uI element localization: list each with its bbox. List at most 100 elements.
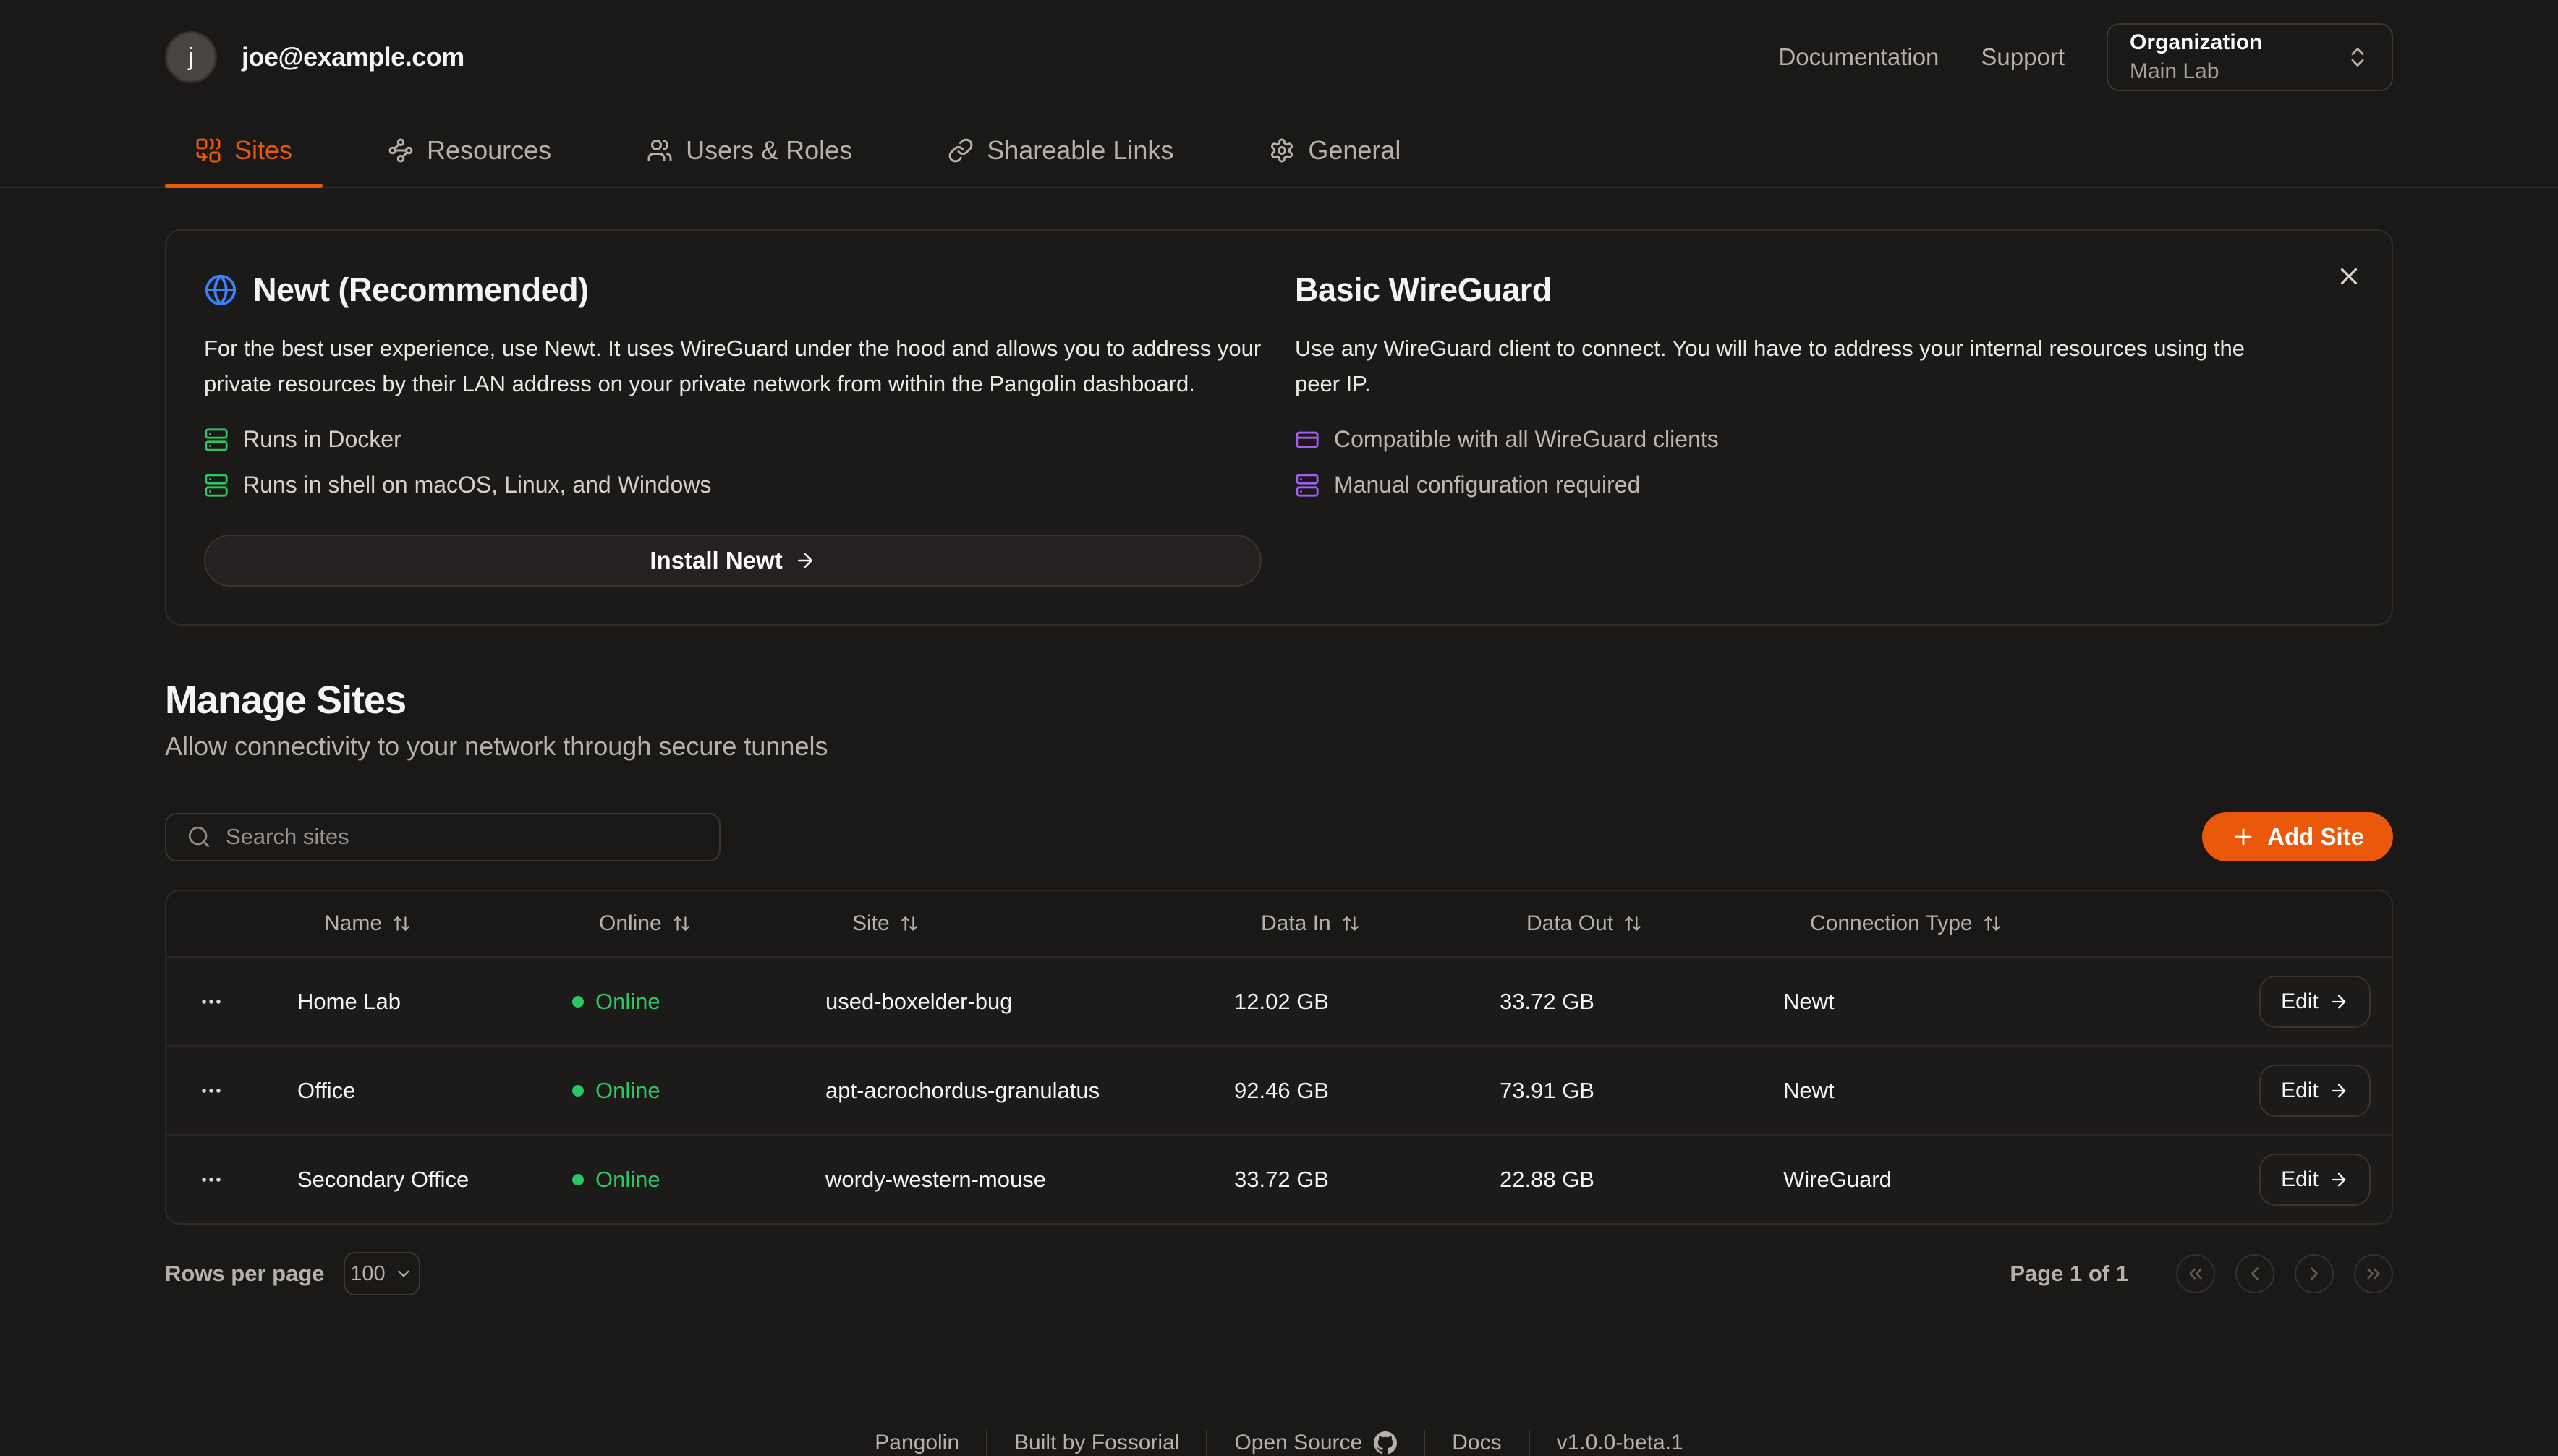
newt-description: For the best user experience, use Newt. … [204,331,1262,401]
github-icon [1374,1431,1397,1455]
cell-connection-type: Newt [1774,1078,2248,1104]
server-icon [204,473,229,498]
add-site-button[interactable]: Add Site [2202,812,2393,861]
connection-options-card: Newt (Recommended) For the best user exp… [165,229,2393,626]
newt-feature: Runs in shell on macOS, Linux, and Windo… [204,472,1262,498]
cell-data-out: 22.88 GB [1490,1167,1774,1193]
cell-data-in: 33.72 GB [1225,1167,1490,1193]
online-dot-icon [572,1085,584,1097]
wireguard-description: Use any WireGuard client to connect. You… [1295,331,2267,401]
search-box [165,813,721,861]
header-connection-type[interactable]: Connection Type [1774,911,2248,936]
tabs-bar: Sites Resources Users & Roles Shareable … [0,114,2558,188]
wireguard-title: Basic WireGuard [1295,271,1552,309]
tab-shareable-links[interactable]: Shareable Links [917,114,1204,187]
search-input[interactable] [226,824,699,850]
cell-connection-type: WireGuard [1774,1167,2248,1193]
arrow-right-icon [794,550,816,571]
tab-general[interactable]: General [1238,114,1431,187]
last-page-button[interactable] [2354,1254,2393,1293]
wireguard-feature-label: Manual configuration required [1334,472,1640,498]
cell-data-in: 12.02 GB [1225,989,1490,1015]
cell-name: Secondary Office [288,1167,563,1193]
edit-button[interactable]: Edit [2259,1065,2371,1117]
newt-feature-label: Runs in Docker [243,426,401,453]
sort-icon [672,914,691,933]
online-dot-icon [572,996,584,1008]
documentation-link[interactable]: Documentation [1778,43,1939,71]
organization-selector[interactable]: Organization Main Lab [2107,23,2393,91]
rows-per-page-select[interactable]: 100 [344,1252,420,1295]
tab-label: Shareable Links [987,135,1173,166]
wireguard-feature: Compatible with all WireGuard clients [1295,426,2267,453]
combine-icon [195,137,221,163]
status-badge: Online [572,1078,660,1104]
first-page-button[interactable] [2176,1254,2215,1293]
edit-button[interactable]: Edit [2259,1154,2371,1206]
cell-site: used-boxelder-bug [816,989,1225,1015]
tab-label: Resources [427,135,551,166]
users-icon [647,137,673,163]
arrow-right-icon [2329,1081,2349,1101]
next-page-button[interactable] [2295,1254,2334,1293]
search-icon [187,825,211,849]
organization-value: Main Lab [2130,59,2331,84]
close-icon[interactable] [2335,263,2363,290]
footer-fossorial-link[interactable]: Built by Fossorial [987,1431,1206,1455]
previous-page-button[interactable] [2235,1254,2274,1293]
sort-icon [1341,914,1360,933]
header-site[interactable]: Site [816,911,1225,936]
sites-table: Name Online Site Data In Data Out Connec… [165,890,2393,1225]
arrow-right-icon [2329,1170,2349,1190]
table-row: Home Lab Online used-boxelder-bug 12.02 … [166,956,2392,1045]
cell-site: wordy-western-mouse [816,1167,1225,1193]
tab-label: Users & Roles [686,135,852,166]
server-icon [1295,473,1320,498]
tab-users-roles[interactable]: Users & Roles [616,114,883,187]
tab-resources[interactable]: Resources [357,114,582,187]
row-menu-ellipsis-icon[interactable] [166,1167,288,1192]
table-row: Office Online apt-acrochordus-granulatus… [166,1045,2392,1134]
cell-name: Office [288,1078,563,1104]
page-title: Manage Sites [165,678,2393,723]
row-menu-ellipsis-icon[interactable] [166,1078,288,1103]
credit-card-icon [1295,427,1320,452]
rows-per-page-label: Rows per page [165,1261,325,1287]
wireguard-feature: Manual configuration required [1295,472,2267,498]
cell-name: Home Lab [288,989,563,1015]
header-online[interactable]: Online [563,911,816,936]
header-data-out[interactable]: Data Out [1490,911,1774,936]
pagination-bar: Rows per page 100 Page 1 of 1 [165,1252,2393,1295]
link-icon [948,137,974,163]
status-badge: Online [572,1167,660,1193]
newt-section: Newt (Recommended) For the best user exp… [204,271,1262,587]
page-subtitle: Allow connectivity to your network throu… [165,731,2393,762]
row-menu-ellipsis-icon[interactable] [166,989,288,1014]
add-site-label: Add Site [2267,823,2364,851]
tab-label: General [1308,135,1401,166]
header-data-in[interactable]: Data In [1225,911,1490,936]
install-newt-button[interactable]: Install Newt [204,535,1262,587]
globe-icon [204,273,237,307]
footer-open-source-link[interactable]: Open Source [1207,1431,1424,1455]
chevrons-up-down-icon [2345,45,2370,69]
cell-data-out: 73.91 GB [1490,1078,1774,1104]
status-badge: Online [572,989,660,1015]
wireguard-feature-label: Compatible with all WireGuard clients [1334,426,1719,453]
edit-button[interactable]: Edit [2259,976,2371,1028]
avatar-initial: j [188,43,194,72]
avatar[interactable]: j [165,31,217,83]
footer: Pangolin Built by Fossorial Open Source … [0,1430,2558,1456]
footer-docs-link[interactable]: Docs [1425,1431,1528,1455]
sort-icon [1623,914,1642,933]
header-container: j joe@example.com Documentation Support … [165,0,2393,114]
header-name[interactable]: Name [288,911,563,936]
server-icon [204,427,229,452]
support-link[interactable]: Support [1981,43,2065,71]
footer-pangolin-link[interactable]: Pangolin [848,1431,986,1455]
topbar: j joe@example.com Documentation Support … [165,0,2393,114]
install-newt-label: Install Newt [650,547,782,574]
tab-label: Sites [234,135,292,166]
table-controls: Add Site [165,812,2393,861]
tab-sites[interactable]: Sites [165,114,323,187]
